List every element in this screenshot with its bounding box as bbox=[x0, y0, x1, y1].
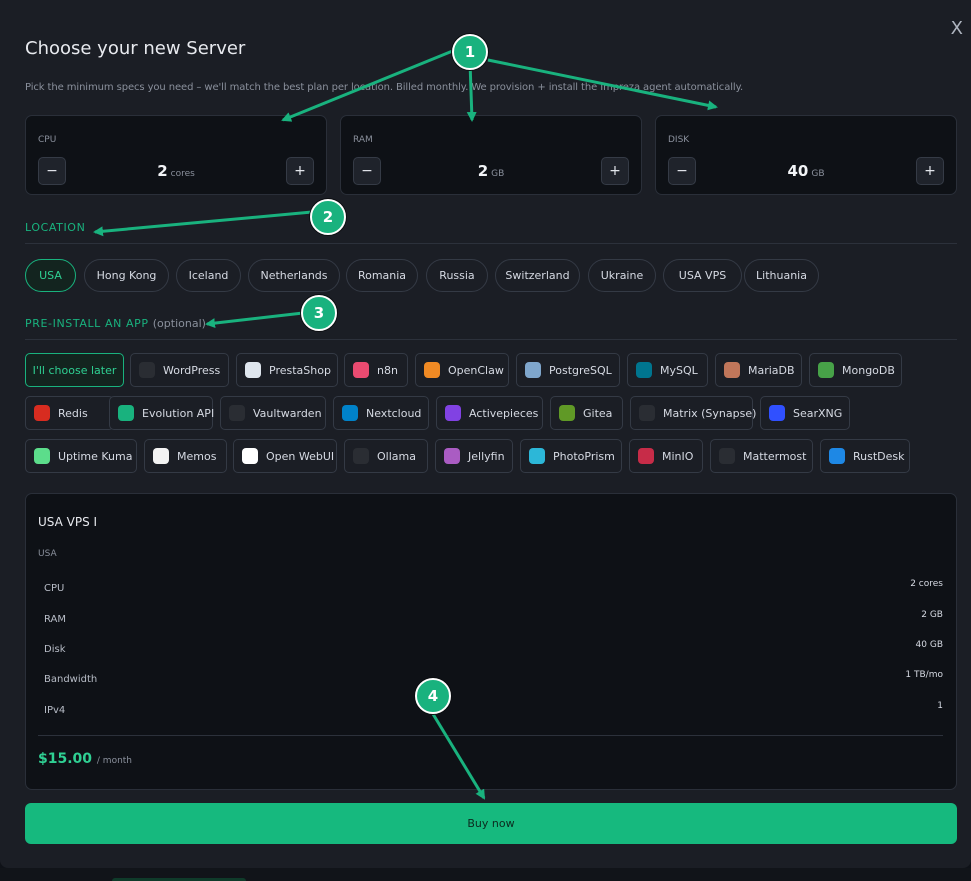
background-page-strip bbox=[0, 868, 971, 881]
annotation-badge-4: 4 bbox=[415, 678, 451, 714]
arrow-1-ram bbox=[466, 61, 477, 122]
arrow-1-cpu bbox=[281, 48, 456, 122]
arrow-4-buy bbox=[431, 713, 486, 800]
arrow-1-disk bbox=[487, 58, 718, 111]
annotation-badge-3: 3 bbox=[301, 295, 337, 331]
annotation-badge-1: 1 bbox=[452, 34, 488, 70]
annotation-badge-2: 2 bbox=[310, 199, 346, 235]
arrow-3-apps bbox=[205, 311, 304, 329]
annotation-arrows bbox=[93, 48, 718, 800]
server-modal: X Choose your new Server Pick the minimu… bbox=[0, 0, 971, 868]
arrow-2-location bbox=[93, 210, 313, 237]
